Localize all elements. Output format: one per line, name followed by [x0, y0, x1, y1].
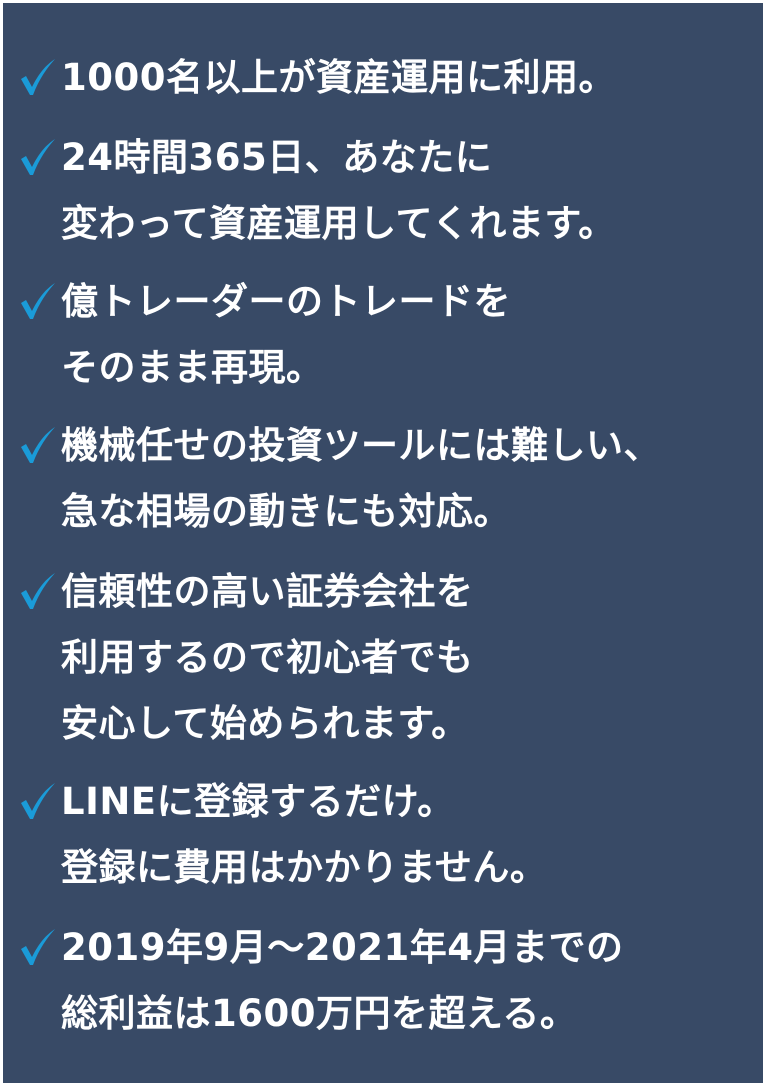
feature-text: 1000名以上が資産運用に利用。: [61, 45, 616, 111]
checkmark-icon: [21, 783, 55, 819]
feature-text: LINEに登録するだけ。登録に費用はかかりません。: [61, 769, 547, 901]
checkmark-icon: [21, 427, 55, 463]
feature-line: 変わって資産運用してくれます。: [61, 202, 616, 245]
feature-text: 24時間365日、あなたに変わって資産運用してくれます。: [61, 125, 616, 257]
checkmark-icon: [21, 573, 55, 609]
feature-line: 信頼性の高い証券会社を: [61, 570, 474, 613]
feature-line: 利用するので初心者でも: [61, 636, 474, 679]
checkmark-icon: [21, 283, 55, 319]
feature-line: 急な相場の動きにも対応。: [61, 490, 511, 533]
feature-line: LINEに登録するだけ。: [61, 780, 455, 823]
feature-text: 機械任せの投資ツールには難しい、 急な相場の動きにも対応。: [61, 413, 661, 545]
feature-line: そのまま再現。: [61, 346, 324, 389]
feature-line: 億トレーダーのトレードを: [61, 280, 511, 323]
feature-list-panel: 1000名以上が資産運用に利用。 24時間365日、あなたに変わって資産運用してく…: [3, 3, 763, 1083]
feature-text: 億トレーダーのトレードを そのまま再現。: [61, 269, 511, 401]
feature-line: 安心して始められます。: [61, 702, 469, 745]
feature-line: 2019年9月～2021年4月までの: [61, 926, 624, 969]
checkmark-icon: [21, 929, 55, 965]
checkmark-icon: [21, 139, 55, 175]
feature-line: 機械任せの投資ツールには難しい、: [61, 424, 661, 467]
checkmark-icon: [21, 59, 55, 95]
feature-text: 2019年9月～2021年4月までの 総利益は1600万円を超える。: [61, 915, 623, 1047]
feature-line: 24時間365日、あなたに: [61, 136, 493, 179]
feature-text: 信頼性の高い証券会社を 利用するので初心者でも 安心して始められます。: [61, 559, 474, 757]
feature-line: 登録に費用はかかりません。: [61, 846, 548, 889]
feature-line: 1000名以上が資産運用に利用。: [61, 56, 616, 99]
feature-line: 総利益は1600万円を超える。: [61, 992, 578, 1035]
